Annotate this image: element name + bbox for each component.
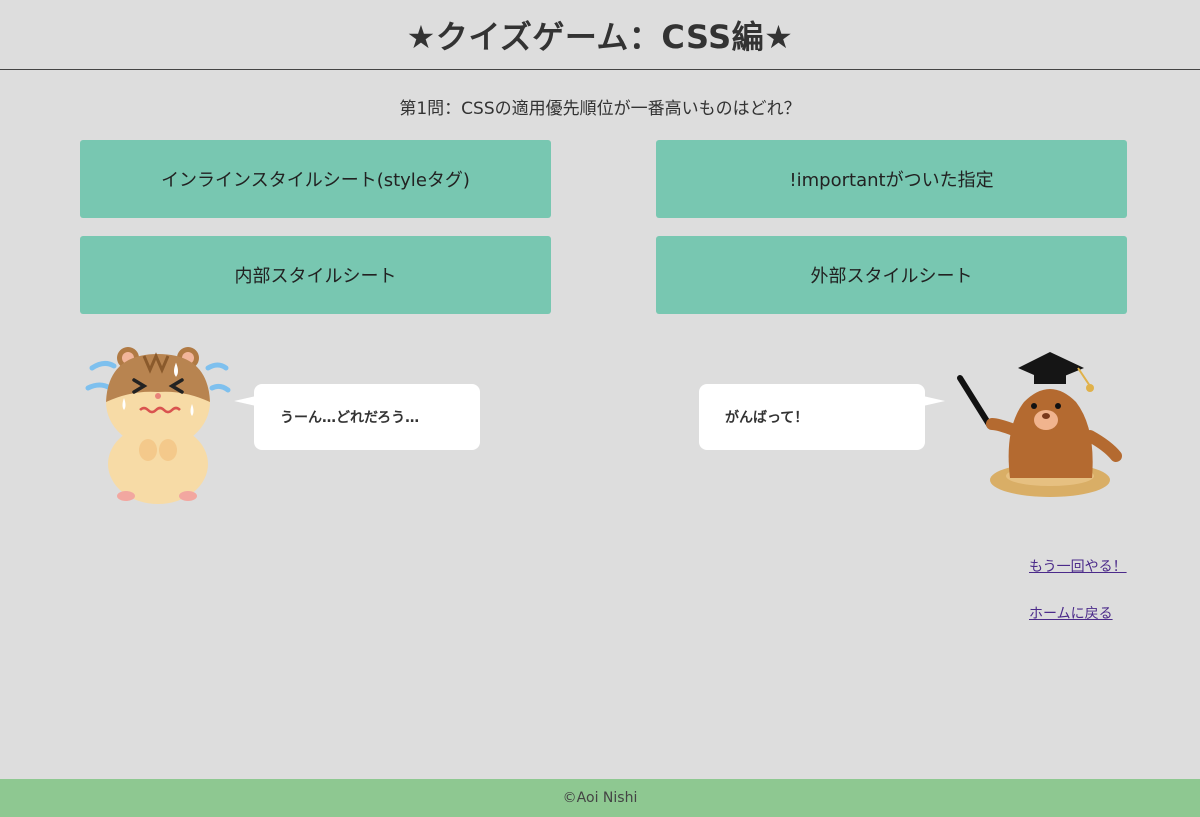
mole-graduate-icon xyxy=(952,348,1127,500)
home-link[interactable]: ホームに戻る xyxy=(1029,603,1113,623)
choice-button-3[interactable]: 内部スタイルシート xyxy=(80,236,551,314)
retry-link[interactable]: もう一回やる！ xyxy=(1029,556,1127,576)
hamster-speech-bubble: うーん…どれだろう… xyxy=(234,384,480,450)
hamster-worried-icon xyxy=(84,346,234,506)
choice-button-4[interactable]: 外部スタイルシート xyxy=(656,236,1127,314)
question-text: 第1問：CSSの適用優先順位が一番高いものはどれ？ xyxy=(399,99,801,119)
footer: ©Aoi Nishi xyxy=(0,779,1200,817)
choice-button-1[interactable]: インラインスタイルシート(styleタグ) xyxy=(80,140,551,218)
page-title: ★クイズゲーム：CSS編★ xyxy=(406,17,794,56)
mole-speech-bubble: がんばって！ xyxy=(699,384,945,450)
copyright-text: ©Aoi Nishi xyxy=(562,790,638,806)
page-header: ★クイズゲーム：CSS編★ xyxy=(0,0,1200,70)
choice-button-2[interactable]: !importantがついた指定 xyxy=(656,140,1127,218)
